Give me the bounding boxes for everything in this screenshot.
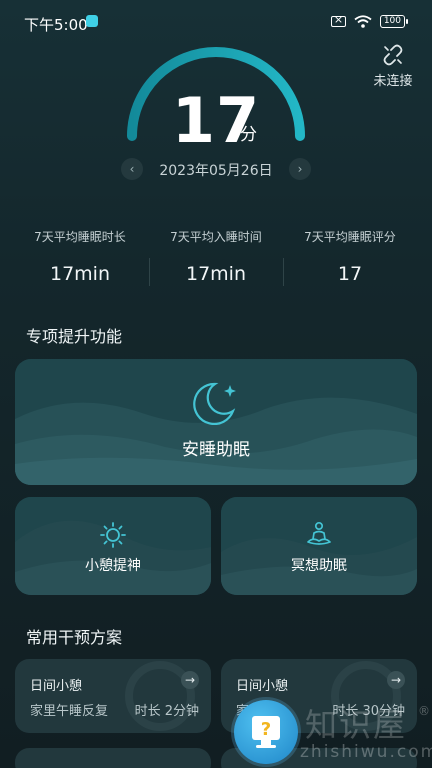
battery-icon: 100 (379, 15, 408, 28)
date-selector: ‹ 2023年05月26日 › (0, 158, 432, 182)
stat-sleep-onset: 7天平均入睡时间 17min (144, 228, 288, 285)
broken-link-icon (383, 44, 403, 66)
plan-card[interactable]: 日间小憩 → 家里午睡反复 时长 2分钟 (15, 659, 211, 733)
plan-duration: 时长 2分钟 (134, 704, 199, 719)
stat-label: 7天平均入睡时间 (170, 230, 262, 244)
features-title: 专项提升功能 (26, 327, 123, 346)
stat-value: 17 (337, 263, 363, 285)
date-text: 2023年05月26日 (159, 163, 273, 179)
connection-status[interactable]: 未连接 (372, 44, 414, 89)
help-monitor-icon: ? (252, 716, 280, 748)
status-time: 下午5:00 (24, 16, 88, 34)
watermark-registered: ® (418, 704, 430, 718)
plan-card-partial[interactable] (15, 748, 211, 768)
sleep-score-value: 17 (171, 84, 261, 157)
watermark-url: zhishiwu.com (300, 742, 432, 762)
wifi-icon (354, 15, 372, 28)
stat-label: 7天平均睡眠评分 (304, 230, 396, 244)
meditation-label: 冥想助眠 (291, 558, 347, 574)
stat-sleep-score: 7天平均睡眠评分 17 (278, 228, 422, 285)
sleep-aid-card[interactable]: 安睡助眠 (15, 359, 417, 485)
plan-subtitle: 家里午睡反复 (30, 704, 109, 719)
sun-icon (100, 522, 126, 548)
no-sim-icon (330, 13, 346, 27)
chevron-right-icon[interactable]: › (289, 158, 311, 180)
arrow-right-icon[interactable]: → (387, 671, 405, 689)
sleep-score-unit: 分 (240, 125, 257, 145)
meditation-card[interactable]: 冥想助眠 (221, 497, 417, 595)
help-button[interactable]: ? (234, 700, 298, 764)
stat-value: 17min (49, 263, 110, 285)
stat-sleep-duration: 7天平均睡眠时长 17min (8, 228, 152, 285)
watermark-text: 知识屋 (305, 706, 408, 744)
weekly-stats: 7天平均睡眠时长 17min 7天平均入睡时间 17min 7天平均睡眠评分 1… (0, 228, 432, 292)
sleep-aid-label: 安睡助眠 (182, 440, 250, 460)
plan-title: 日间小憩 (236, 679, 289, 694)
meditation-icon (307, 521, 331, 545)
nap-label: 小憩提神 (85, 558, 141, 574)
stat-value: 17min (185, 263, 246, 285)
moon-star-icon (193, 382, 236, 425)
stat-label: 7天平均睡眠时长 (34, 230, 126, 244)
battery-level: 100 (379, 15, 405, 28)
arrow-right-icon[interactable]: → (181, 671, 199, 689)
plans-title: 常用干预方案 (26, 628, 123, 647)
svg-text:?: ? (261, 719, 271, 740)
status-icons: 100 (330, 13, 408, 28)
plan-title: 日间小憩 (30, 679, 83, 694)
app-notification-icon (86, 15, 98, 27)
status-bar: 下午5:00 100 (0, 0, 432, 44)
nap-card[interactable]: 小憩提神 (15, 497, 211, 595)
